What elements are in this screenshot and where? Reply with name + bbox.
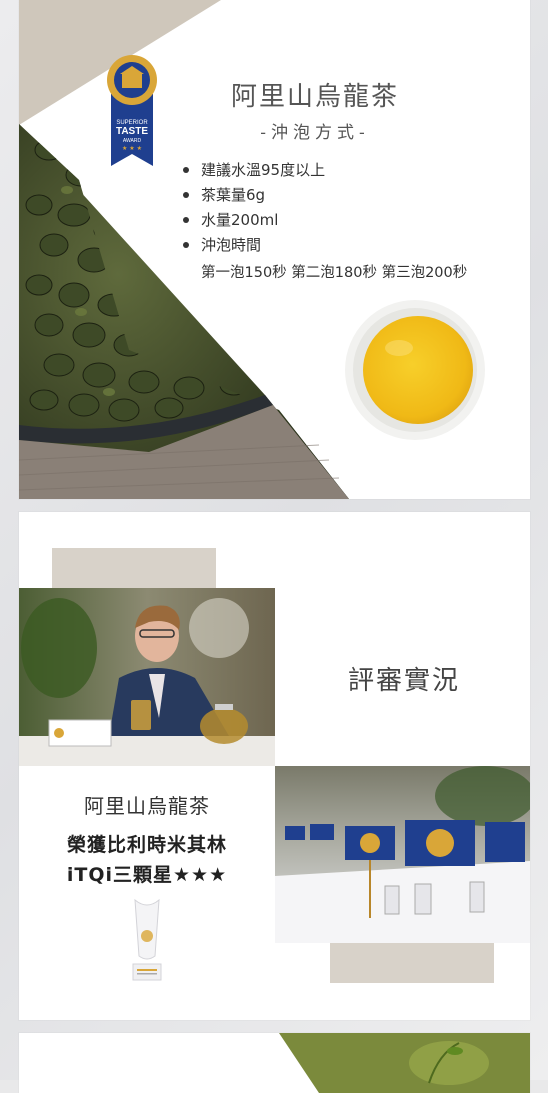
award-honor-line-1: 榮獲比利時米其林 <box>66 834 227 856</box>
decorative-beige-block <box>52 548 216 588</box>
tea-title: 阿里山烏龍茶 <box>230 82 399 112</box>
decorative-beige-block <box>330 943 494 983</box>
judging-hall-photo <box>275 766 530 943</box>
tea-cup-image <box>345 300 485 440</box>
brew-step-text: 建議水溫95度以上 <box>201 161 326 179</box>
next-section-card <box>19 1033 530 1093</box>
bullet-icon <box>183 192 189 198</box>
list-item: 茶葉量6g <box>179 183 325 208</box>
trophy-image <box>132 898 162 981</box>
list-item: 水量200ml <box>179 208 325 233</box>
brew-step-text: 沖泡時間 <box>201 236 262 254</box>
award-stars-text: ★ ★ ★ <box>122 145 142 152</box>
bullet-icon <box>183 167 189 173</box>
tea-plant-photo <box>19 1033 530 1093</box>
taste-award-badge: SUPERIOR TASTE AWARD ★ ★ ★ <box>107 55 157 166</box>
brew-step-text: 茶葉量6g <box>201 186 266 204</box>
judge-tasting-photo <box>19 588 275 766</box>
brew-step-text: 水量200ml <box>201 211 279 229</box>
brewing-subtitle: -沖泡方式- <box>260 123 370 143</box>
brewing-steps-list: 建議水溫95度以上 茶葉量6g 水量200ml 沖泡時間 <box>179 158 325 258</box>
list-item: 沖泡時間 <box>179 233 325 258</box>
review-card: 評審實況 阿里山烏龍茶 榮獲比利時米其林 iTQi三顆星★★★ <box>19 512 530 1020</box>
award-tea-name: 阿里山烏龍茶 <box>84 794 210 818</box>
steep-times: 第一泡150秒 第二泡180秒 第三泡200秒 <box>201 265 468 281</box>
brewing-method-card: SUPERIOR TASTE AWARD ★ ★ ★ 阿里山烏龍茶 -沖泡方式-… <box>19 0 530 499</box>
bullet-icon <box>183 217 189 223</box>
award-main-text: TASTE <box>116 126 148 137</box>
award-sub-text: AWARD <box>123 138 142 144</box>
award-honor-line-2: iTQi三顆星★★★ <box>66 864 228 886</box>
review-title: 評審實況 <box>347 666 460 696</box>
bullet-icon <box>183 242 189 248</box>
list-item: 建議水溫95度以上 <box>179 158 325 183</box>
